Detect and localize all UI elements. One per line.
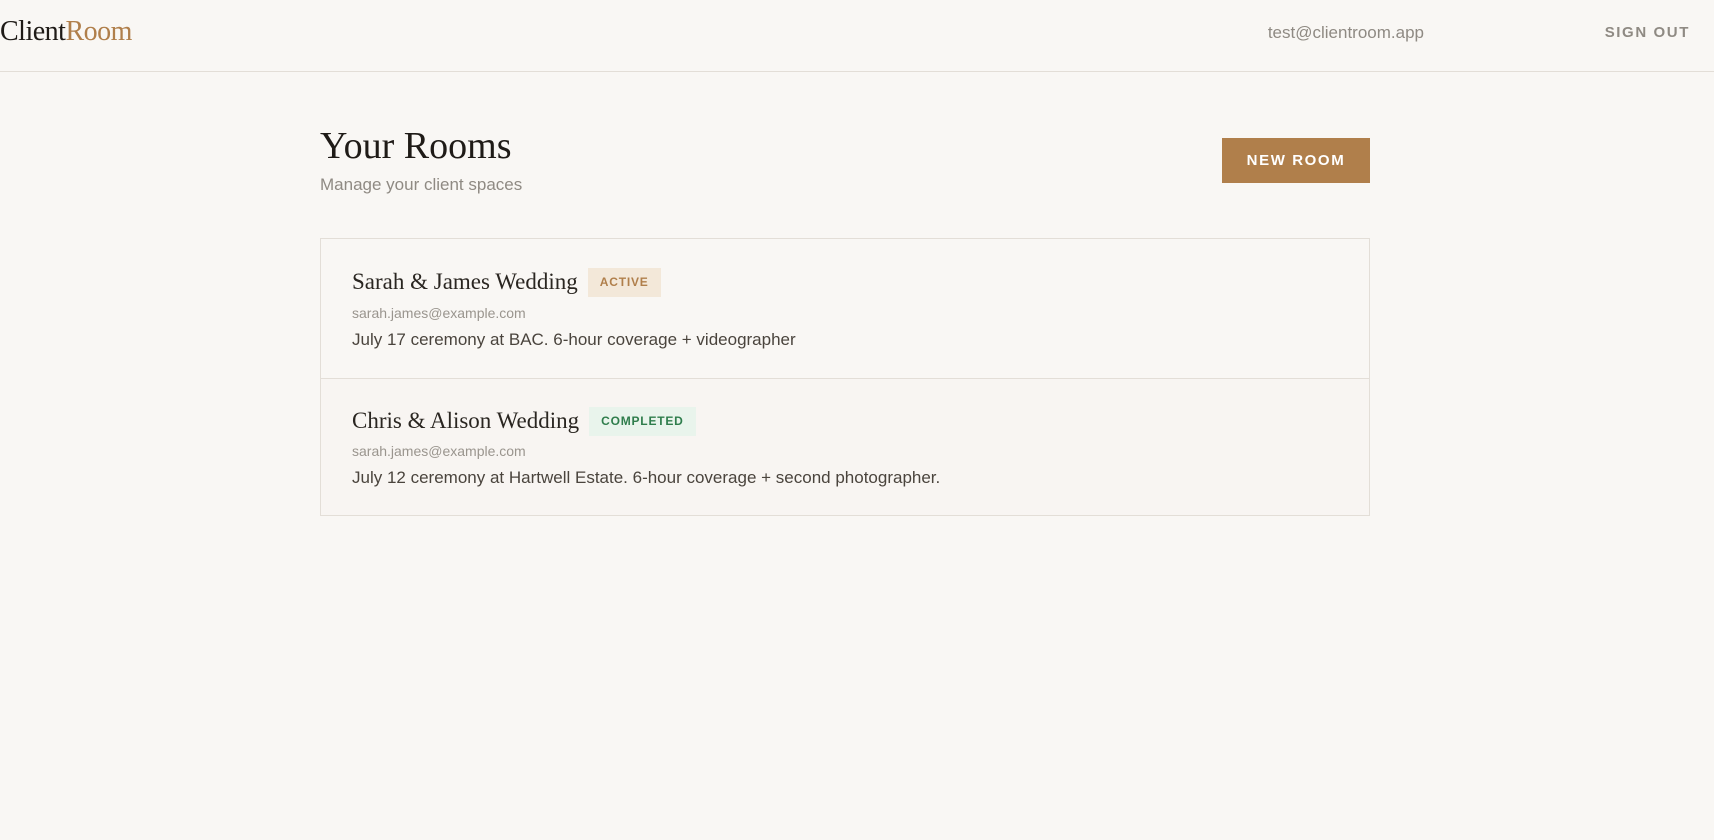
room-name: Chris & Alison Wedding [352, 408, 580, 433]
room-name: Sarah & James Wedding [352, 269, 578, 294]
room-client-email: sarah.james@example.com [352, 443, 526, 459]
brand-logo-part-client: Client [0, 16, 66, 47]
current-user-email: test@clientroom.app [1267, 23, 1424, 42]
sign-out-link[interactable]: SIGN OUT [1605, 23, 1690, 43]
brand-logo-part-room: Room [65, 16, 132, 47]
brand-logo[interactable]: ClientRoom [0, 15, 132, 49]
room-description: July 17 ceremony at BAC. 6-hour coverage… [352, 330, 796, 349]
new-room-button[interactable]: NEW ROOM [1222, 138, 1370, 183]
status-badge-active: ACTIVE [587, 267, 661, 297]
rooms-list: Sarah & James Wedding ACTIVE sarah.james… [320, 238, 1370, 516]
room-client-email: sarah.james@example.com [352, 305, 526, 321]
room-card[interactable]: Chris & Alison Wedding COMPLETED sarah.j… [321, 378, 1369, 515]
page-subtitle: Manage your client spaces [320, 175, 523, 194]
room-card[interactable]: Sarah & James Wedding ACTIVE sarah.james… [321, 239, 1369, 378]
page-title: Your Rooms [320, 125, 512, 167]
room-card-header: Chris & Alison Wedding COMPLETED [352, 406, 696, 436]
top-navigation-bar: ClientRoom test@clientroom.app SIGN OUT [0, 0, 1714, 72]
room-card-header: Sarah & James Wedding ACTIVE [352, 267, 661, 297]
status-badge-completed: COMPLETED [589, 406, 696, 436]
room-description: July 12 ceremony at Hartwell Estate. 6-h… [352, 468, 941, 487]
